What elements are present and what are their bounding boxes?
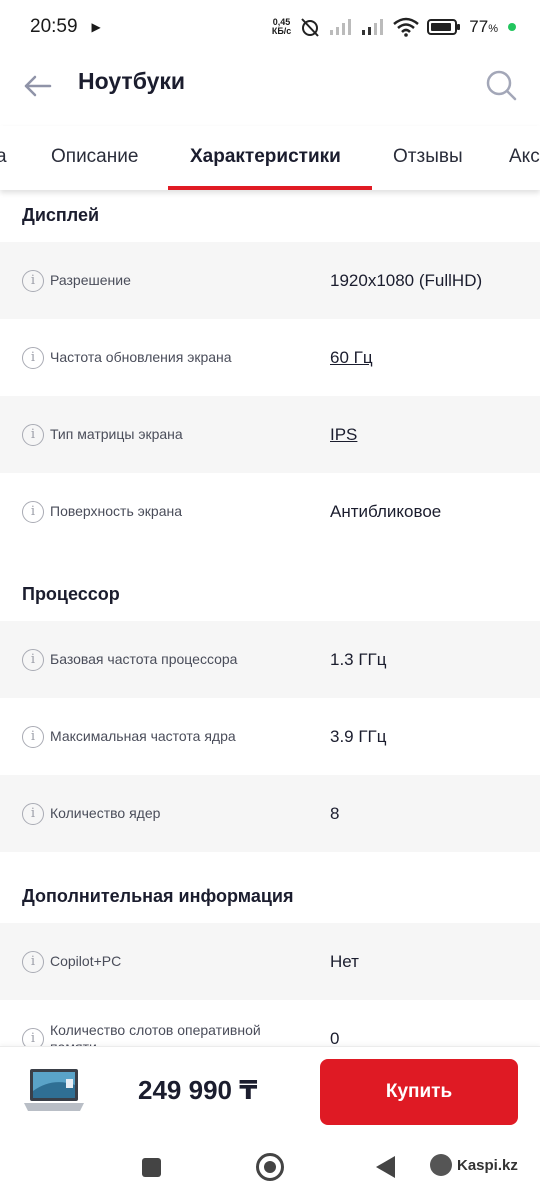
spec-value: 8 bbox=[330, 803, 340, 823]
kaspi-logo-icon bbox=[430, 1154, 452, 1176]
signal-icon bbox=[330, 19, 352, 35]
info-icon[interactable]: i bbox=[22, 500, 44, 523]
section-title-display: Дисплей bbox=[22, 205, 100, 225]
info-icon[interactable]: i bbox=[22, 346, 44, 369]
spec-value-link[interactable]: IPS bbox=[330, 425, 357, 445]
info-icon[interactable]: i bbox=[22, 802, 44, 825]
status-bar: 20:59 ▶ 0,45 КБ/с 77% bbox=[0, 0, 540, 54]
system-nav-bar: Kaspi.kz bbox=[0, 1136, 540, 1200]
spec-label: Поверхность экрана bbox=[50, 503, 183, 519]
spec-row: i Разрешение 1920x1080 (FullHD) bbox=[0, 242, 540, 319]
section-title-processor: Процессор bbox=[22, 584, 120, 604]
product-price: 249 990 ₸ bbox=[138, 1075, 258, 1105]
spec-label: Частота обновления экрана bbox=[50, 349, 232, 365]
product-tabs: а Описание Характеристики Отзывы Акс bbox=[0, 126, 540, 190]
spec-label: Количество слотов оперативной памяти bbox=[50, 1021, 261, 1047]
tab-accessories[interactable]: Акс bbox=[509, 146, 540, 168]
network-speed: 0,45 КБ/с bbox=[272, 18, 291, 36]
info-icon[interactable]: i bbox=[22, 269, 44, 292]
info-icon[interactable]: i bbox=[22, 950, 44, 973]
alarm-off-icon bbox=[301, 18, 320, 37]
spec-label: Тип матрицы экрана bbox=[50, 426, 183, 442]
kaspi-watermark: Kaspi.kz bbox=[430, 1154, 518, 1176]
battery-icon bbox=[427, 19, 461, 35]
battery-percent: 77% bbox=[469, 17, 498, 37]
buy-button[interactable]: Купить bbox=[320, 1059, 518, 1125]
tab-specifications[interactable]: Характеристики bbox=[190, 146, 341, 168]
tab-partial-left[interactable]: а bbox=[0, 146, 7, 168]
media-play-icon: ▶ bbox=[91, 20, 101, 34]
status-icons: 0,45 КБ/с 77% bbox=[272, 16, 516, 38]
spec-value: Антибликовое bbox=[330, 501, 442, 521]
laptop-thumbnail[interactable] bbox=[22, 1065, 86, 1117]
spec-row: i Количество слотов оперативной памяти 0 bbox=[0, 1000, 540, 1046]
info-icon[interactable]: i bbox=[22, 725, 44, 748]
home-button[interactable] bbox=[256, 1153, 284, 1181]
wifi-icon bbox=[393, 17, 420, 37]
spec-value: Нет bbox=[330, 951, 359, 971]
privacy-indicator-dot bbox=[508, 23, 516, 31]
spec-value-link[interactable]: 60 Гц bbox=[330, 348, 373, 368]
spec-row: i Максимальная частота ядра 3.9 ГГц bbox=[0, 698, 540, 775]
info-icon[interactable]: i bbox=[22, 423, 44, 446]
back-arrow-icon[interactable] bbox=[22, 72, 54, 100]
spec-value: 1.3 ГГц bbox=[330, 649, 387, 669]
tab-reviews[interactable]: Отзывы bbox=[393, 146, 463, 168]
spec-row: i Copilot+PC Нет bbox=[0, 923, 540, 1000]
spec-value: 3.9 ГГц bbox=[330, 726, 387, 746]
signal-icon-2 bbox=[362, 19, 384, 35]
spec-value: 1920x1080 (FullHD) bbox=[330, 270, 483, 290]
spec-label: Copilot+PC bbox=[50, 953, 122, 969]
spec-row: i Тип матрицы экрана IPS bbox=[0, 396, 540, 473]
purchase-bar: 249 990 ₸ Купить bbox=[0, 1046, 540, 1136]
recent-apps-button[interactable] bbox=[142, 1158, 161, 1177]
spec-row: i Поверхность экрана Антибликовое bbox=[0, 473, 540, 550]
spec-row: i Количество ядер 8 bbox=[0, 775, 540, 852]
app-header: Ноутбуки bbox=[0, 54, 540, 116]
watermark-text: Kaspi.kz bbox=[457, 1156, 518, 1174]
info-icon[interactable]: i bbox=[22, 648, 44, 671]
spec-value: 0 bbox=[330, 1028, 340, 1047]
specifications-list: Дисплей i Разрешение 1920x1080 (FullHD) … bbox=[0, 190, 540, 1046]
spec-row: i Частота обновления экрана 60 Гц bbox=[0, 319, 540, 396]
system-back-button[interactable] bbox=[376, 1156, 395, 1178]
spec-label: Разрешение bbox=[50, 272, 131, 288]
network-speed-unit: КБ/с bbox=[271, 26, 292, 36]
spec-row: i Базовая частота процессора 1.3 ГГц bbox=[0, 621, 540, 698]
spec-label: Базовая частота процессора bbox=[50, 651, 238, 667]
battery-percent-value: 77 bbox=[469, 17, 489, 36]
active-tab-indicator bbox=[168, 186, 372, 190]
tab-description[interactable]: Описание bbox=[51, 146, 138, 168]
section-title-additional-info: Дополнительная информация bbox=[22, 886, 294, 906]
page-title: Ноутбуки bbox=[78, 68, 186, 94]
spec-label: Количество ядер bbox=[50, 805, 161, 821]
search-icon[interactable] bbox=[484, 68, 518, 102]
spec-label: Максимальная частота ядра bbox=[50, 728, 236, 744]
battery-percent-sign: % bbox=[488, 23, 498, 35]
status-time: 20:59 bbox=[30, 16, 78, 37]
info-icon[interactable]: i bbox=[22, 1027, 44, 1046]
